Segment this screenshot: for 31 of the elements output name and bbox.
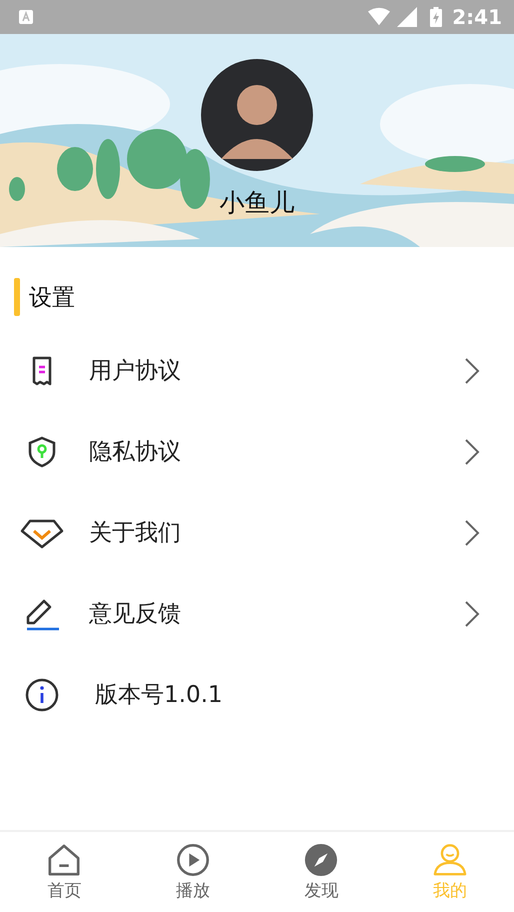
menu-label: 隐私协议 xyxy=(89,438,182,467)
menu-label: 意见反馈 xyxy=(89,600,182,629)
menu-item[interactable]: 版本号1.0.1 xyxy=(0,654,514,735)
nav-tab[interactable]: 首页 xyxy=(0,832,128,912)
nav-tab[interactable]: 发现 xyxy=(257,832,386,912)
chevron-right-icon xyxy=(464,600,480,628)
compass-icon xyxy=(304,842,338,876)
avatar[interactable] xyxy=(201,59,313,171)
person-icon xyxy=(432,842,467,876)
chevron-right-icon xyxy=(464,518,480,546)
menu-label: 关于我们 xyxy=(89,519,182,548)
signal-icon xyxy=(396,7,418,27)
menu-item[interactable]: 关于我们 xyxy=(0,492,514,573)
info-icon xyxy=(24,676,60,712)
menu-item[interactable]: 意见反馈 xyxy=(0,573,514,654)
menu-label: 用户协议 xyxy=(89,357,182,386)
notification-icon xyxy=(18,9,34,25)
menu-label: 版本号1.0.1 xyxy=(95,681,224,710)
section-title: 设置 xyxy=(29,284,75,312)
section-marker xyxy=(14,278,20,316)
user-name: 小鱼儿 xyxy=(220,187,294,219)
chevron-right-icon xyxy=(464,356,480,384)
status-time: 2:41 xyxy=(452,5,502,29)
wifi-icon xyxy=(368,7,390,27)
menu-item[interactable]: 用户协议 xyxy=(0,330,514,411)
battery-icon xyxy=(430,7,442,27)
play-icon xyxy=(176,842,210,876)
nav-tab[interactable]: 播放 xyxy=(128,832,257,912)
chevron-right-icon xyxy=(464,438,480,466)
menu-item[interactable]: 隐私协议 xyxy=(0,411,514,492)
home-icon xyxy=(47,842,82,876)
